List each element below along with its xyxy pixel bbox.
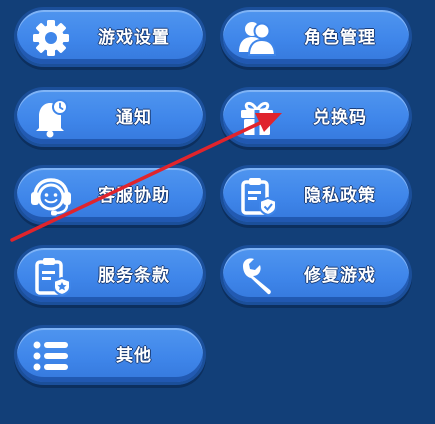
game-settings-button[interactable]: 游戏设置 <box>14 7 206 67</box>
redeem-code-label: 兑换码 <box>313 107 367 128</box>
role-management-button[interactable]: 角色管理 <box>220 7 412 67</box>
notice-label: 通知 <box>116 107 152 128</box>
clipboard-shield-icon <box>29 254 73 298</box>
other-button[interactable]: 其他 <box>14 325 206 385</box>
users-icon <box>235 16 279 60</box>
list-icon <box>29 334 73 378</box>
gift-icon <box>235 96 279 140</box>
clipboard-shield-icon <box>235 174 279 218</box>
redeem-code-button[interactable]: 兑换码 <box>220 87 412 147</box>
privacy-policy-button[interactable]: 隐私政策 <box>220 165 412 225</box>
other-label: 其他 <box>116 345 152 366</box>
notice-button[interactable]: 通知 <box>14 87 206 147</box>
headset-icon <box>29 174 73 218</box>
terms-of-service-button[interactable]: 服务条款 <box>14 245 206 305</box>
bell-icon <box>29 96 73 140</box>
game-settings-label: 游戏设置 <box>98 27 170 48</box>
repair-game-label: 修复游戏 <box>304 265 376 286</box>
repair-game-button[interactable]: 修复游戏 <box>220 245 412 305</box>
customer-service-button[interactable]: 客服协助 <box>14 165 206 225</box>
terms-of-service-label: 服务条款 <box>98 265 170 286</box>
gear-icon <box>29 16 73 60</box>
role-management-label: 角色管理 <box>304 27 376 48</box>
wrench-icon <box>235 254 279 298</box>
privacy-policy-label: 隐私政策 <box>304 185 376 206</box>
customer-service-label: 客服协助 <box>98 185 170 206</box>
